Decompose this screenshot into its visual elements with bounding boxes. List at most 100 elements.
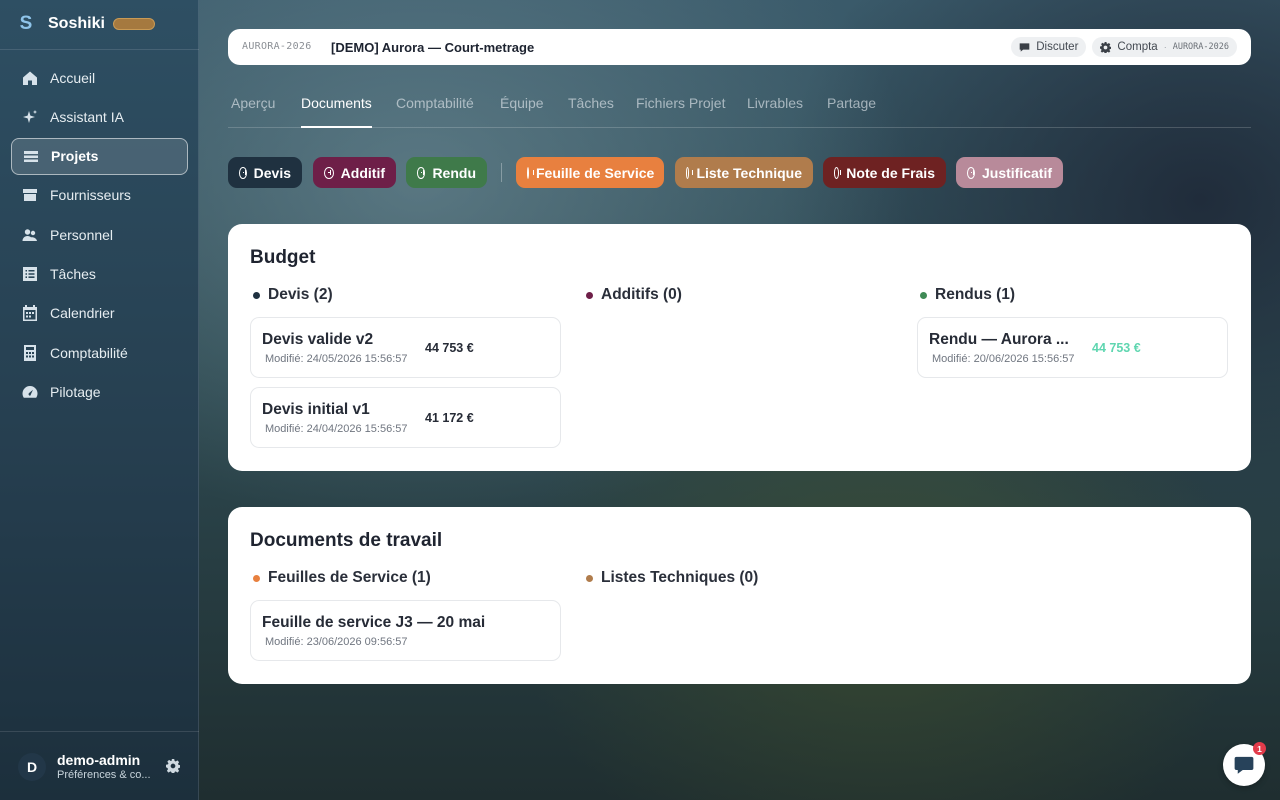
sidebar-item-accueil[interactable]: Accueil	[11, 59, 188, 96]
calculator-icon	[22, 344, 38, 361]
user-name: demo-admin	[57, 752, 141, 768]
tab-documents[interactable]: Documents	[301, 94, 372, 128]
sidebar-divider	[0, 49, 199, 50]
button-label: Note de Frais	[846, 164, 935, 181]
sidebar-item-personnel[interactable]: Personnel	[11, 216, 188, 253]
document-modified: Modifié: 24/04/2026 15:56:57	[265, 423, 408, 435]
compta-code: AURORA-2026	[1172, 42, 1229, 52]
sidebar-item-pilotage[interactable]: Pilotage	[11, 373, 188, 410]
sidebar-item-label: Pilotage	[50, 383, 101, 400]
sidebar-item-label: Projets	[51, 148, 99, 165]
chat-icon	[1234, 756, 1254, 774]
budget-panel: Budget Devis (2) Additifs (0) Rendus (1)…	[228, 224, 1251, 471]
new-feuille-de-service-button[interactable]: Feuille de Service	[516, 157, 664, 188]
bullet-dot	[586, 291, 593, 299]
document-modified: Modifié: 24/05/2026 15:56:57	[265, 353, 408, 365]
app-logo: S	[19, 13, 33, 34]
sidebar-item-taches[interactable]: Tâches	[11, 255, 188, 292]
document-name: Feuille de service J3 — 20 mai	[262, 614, 486, 631]
sidebar-item-label: Personnel	[50, 226, 114, 243]
devis-card[interactable]: Devis valide v2 Modifié: 24/05/2026 15:5…	[250, 317, 561, 378]
section-heading-label: Rendus (1)	[935, 286, 1016, 303]
bullet-dot	[586, 574, 593, 582]
document-amount: 44 753 €	[1092, 341, 1141, 355]
user-profile[interactable]: D demo-admin Préférences & co...	[18, 752, 188, 782]
sidebar-item-assistant-ia[interactable]: Assistant IA	[11, 98, 188, 135]
tab-fichiers-projet[interactable]: Fichiers Projet	[636, 94, 725, 128]
new-additif-button[interactable]: Additif	[313, 157, 396, 188]
sidebar-item-fournisseurs[interactable]: Fournisseurs	[11, 177, 188, 214]
document-modified: Modifié: 20/06/2026 15:56:57	[932, 353, 1075, 365]
plus-icon	[417, 166, 426, 179]
feuille-card[interactable]: Feuille de service J3 — 20 mai Modifié: …	[250, 600, 561, 661]
panel-title: Budget	[250, 247, 316, 268]
notification-badge: 1	[1253, 742, 1266, 755]
panel-title: Documents de travail	[250, 530, 443, 551]
tab-partage[interactable]: Partage	[827, 94, 876, 128]
work-documents-panel: Documents de travail Feuilles de Service…	[228, 507, 1251, 684]
brand[interactable]: S Soshiki	[16, 12, 155, 36]
tab-livrables[interactable]: Livrables	[747, 94, 803, 128]
sidebar-item-label: Calendrier	[50, 305, 115, 322]
sidebar-item-label: Fournisseurs	[50, 187, 131, 204]
new-liste-technique-button[interactable]: Liste Technique	[675, 157, 813, 188]
document-name: Devis initial v1	[262, 401, 370, 418]
people-icon	[22, 227, 38, 243]
gear-icon[interactable]	[166, 759, 181, 774]
button-label: Feuille de Service	[536, 164, 655, 181]
sidebar: S Soshiki Accueil Assistant IA Projets F…	[0, 0, 199, 800]
compta-button[interactable]: Compta · AURORA-2026	[1092, 37, 1237, 57]
plus-icon	[527, 166, 534, 179]
button-group-divider	[501, 163, 502, 182]
sparkle-icon	[22, 109, 38, 125]
tasks-icon	[22, 266, 38, 282]
sidebar-item-label: Accueil	[50, 69, 96, 86]
button-label: Justificatif	[981, 164, 1052, 181]
feuilles-heading: Feuilles de Service (1)	[253, 569, 431, 587]
plus-icon	[967, 166, 975, 179]
sidebar-item-comptabilite[interactable]: Comptabilité	[11, 334, 188, 371]
section-heading-label: Additifs (0)	[601, 286, 682, 303]
button-label: Devis	[253, 164, 291, 181]
chat-icon	[1019, 42, 1030, 52]
devis-card[interactable]: Devis initial v1 Modifié: 24/04/2026 15:…	[250, 387, 561, 448]
separator-dot: ·	[1163, 42, 1167, 52]
sidebar-divider	[0, 731, 199, 732]
document-name: Devis valide v2	[262, 331, 374, 348]
document-name: Rendu — Aurora ...	[929, 331, 1069, 348]
button-label: Additif	[340, 164, 385, 181]
new-rendu-button[interactable]: Rendu	[406, 157, 487, 188]
section-heading-label: Feuilles de Service (1)	[268, 569, 431, 586]
tab-apercu[interactable]: Aperçu	[231, 94, 275, 128]
plus-icon	[834, 166, 842, 179]
user-preferences-link[interactable]: Préférences & co...	[57, 768, 155, 782]
rendu-card[interactable]: Rendu — Aurora ... Modifié: 20/06/2026 1…	[917, 317, 1228, 378]
tab-comptabilite[interactable]: Comptabilité	[396, 94, 474, 128]
plan-badge	[112, 18, 155, 30]
user-info: demo-admin Préférences & co...	[57, 752, 157, 782]
button-label: Rendu	[432, 164, 476, 181]
gauge-icon	[22, 384, 38, 400]
calendar-icon	[22, 305, 38, 322]
sidebar-nav: Accueil Assistant IA Projets Fournisseur…	[11, 59, 188, 413]
tab-equipe[interactable]: Équipe	[500, 94, 544, 128]
document-amount: 44 753 €	[425, 341, 474, 355]
document-amount: 41 172 €	[425, 411, 474, 425]
plus-icon	[324, 166, 334, 179]
projects-icon	[23, 148, 39, 164]
sidebar-item-projets[interactable]: Projets	[11, 137, 188, 175]
header-actions: Discuter Compta · AURORA-2026	[1005, 37, 1237, 57]
compta-label: Compta	[1117, 41, 1158, 53]
devis-heading: Devis (2)	[253, 286, 333, 304]
sidebar-item-calendrier[interactable]: Calendrier	[11, 295, 188, 332]
new-note-de-frais-button[interactable]: Note de Frais	[823, 157, 946, 188]
app-name: Soshiki	[48, 15, 105, 32]
new-devis-button[interactable]: Devis	[228, 157, 302, 188]
tab-taches[interactable]: Tâches	[568, 94, 614, 128]
discuss-button[interactable]: Discuter	[1011, 37, 1087, 57]
new-justificatif-button[interactable]: Justificatif	[956, 157, 1063, 188]
plus-icon	[686, 166, 694, 179]
additifs-heading: Additifs (0)	[586, 286, 682, 304]
bullet-dot	[920, 291, 927, 299]
avatar: D	[18, 753, 46, 781]
